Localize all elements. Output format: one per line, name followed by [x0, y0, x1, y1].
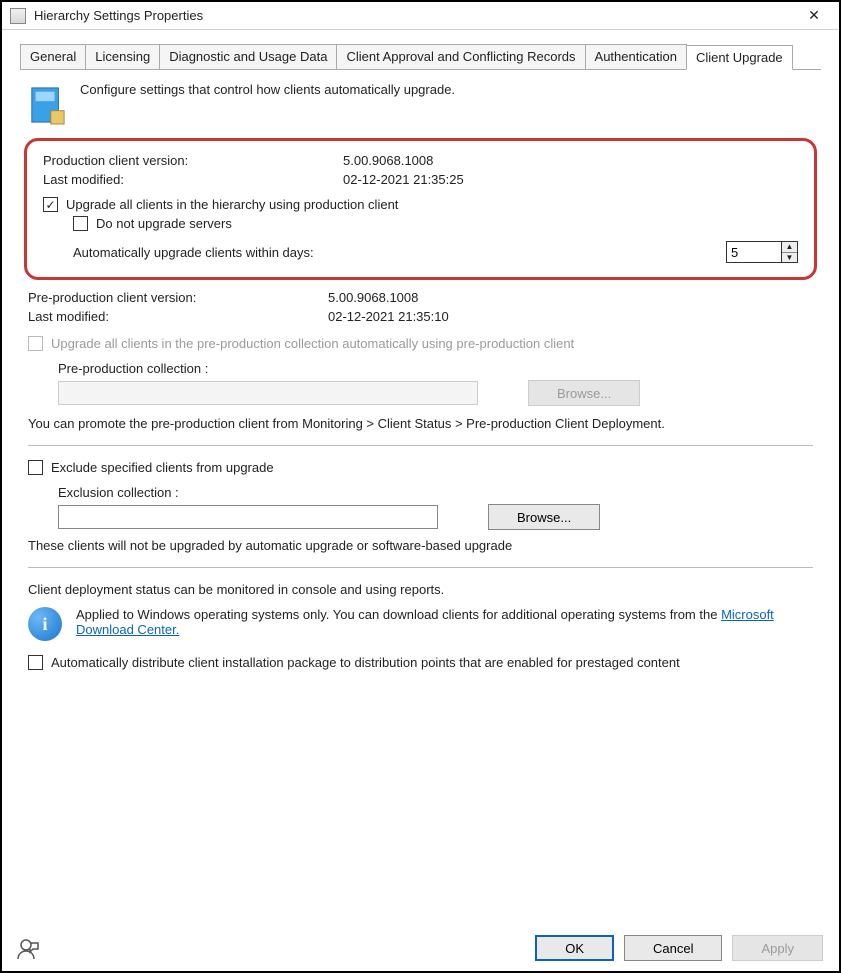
prod-modified-label: Last modified:: [43, 172, 343, 187]
days-label: Automatically upgrade clients within day…: [73, 245, 314, 260]
days-up-arrow[interactable]: ▲: [782, 242, 797, 253]
tab-client-approval[interactable]: Client Approval and Conflicting Records: [336, 44, 585, 69]
tab-general[interactable]: General: [20, 44, 86, 69]
upgrade-all-label: Upgrade all clients in the hierarchy usi…: [66, 197, 398, 212]
preprod-version-label: Pre-production client version:: [28, 290, 328, 305]
preprod-modified-value: 02-12-2021 21:35:10: [328, 309, 449, 324]
package-icon: [28, 82, 66, 128]
preprod-modified-label: Last modified:: [28, 309, 328, 324]
exclusion-collection-label: Exclusion collection :: [58, 485, 813, 500]
tab-strip: General Licensing Diagnostic and Usage D…: [20, 44, 821, 70]
apply-button: Apply: [732, 935, 823, 961]
feedback-icon[interactable]: [16, 937, 40, 961]
close-button[interactable]: ✕: [797, 6, 831, 26]
days-spinner[interactable]: ▲ ▼: [726, 241, 798, 263]
title-bar: Hierarchy Settings Properties ✕: [2, 2, 839, 30]
prod-modified-value: 02-12-2021 21:35:25: [343, 172, 464, 187]
prod-version-label: Production client version:: [43, 153, 343, 168]
cancel-button[interactable]: Cancel: [624, 935, 722, 961]
ok-button[interactable]: OK: [535, 935, 614, 961]
separator-2: [28, 567, 813, 568]
no-upgrade-servers-label: Do not upgrade servers: [96, 216, 232, 231]
upgrade-all-checkbox[interactable]: [43, 197, 58, 212]
days-down-arrow[interactable]: ▼: [782, 253, 797, 263]
preprod-upgrade-label: Upgrade all clients in the pre-productio…: [51, 336, 574, 351]
auto-distribute-label: Automatically distribute client installa…: [51, 655, 680, 670]
auto-distribute-checkbox[interactable]: [28, 655, 43, 670]
preprod-collection-label: Pre-production collection :: [58, 361, 813, 376]
no-upgrade-servers-checkbox[interactable]: [73, 216, 88, 231]
preprod-promote-text: You can promote the pre-production clien…: [28, 416, 813, 431]
separator-1: [28, 445, 813, 446]
exclude-checkbox[interactable]: [28, 460, 43, 475]
deploy-status-text: Client deployment status can be monitore…: [28, 582, 813, 597]
preprod-version-value: 5.00.9068.1008: [328, 290, 418, 305]
tab-licensing[interactable]: Licensing: [85, 44, 160, 69]
window-title: Hierarchy Settings Properties: [34, 8, 797, 23]
exclude-note: These clients will not be upgraded by au…: [28, 538, 813, 553]
info-icon: i: [28, 607, 62, 641]
intro-text: Configure settings that control how clie…: [80, 82, 455, 97]
tab-diagnostic[interactable]: Diagnostic and Usage Data: [159, 44, 337, 69]
dialog-buttons: OK Cancel Apply: [535, 935, 823, 961]
exclude-label: Exclude specified clients from upgrade: [51, 460, 274, 475]
tab-client-upgrade[interactable]: Client Upgrade: [686, 45, 793, 70]
preprod-browse-button: Browse...: [528, 380, 640, 406]
production-highlight: Production client version: 5.00.9068.100…: [24, 138, 817, 280]
exclusion-browse-button[interactable]: Browse...: [488, 504, 600, 530]
preprod-upgrade-checkbox: [28, 336, 43, 351]
tab-authentication[interactable]: Authentication: [585, 44, 687, 69]
exclusion-collection-input[interactable]: [58, 505, 438, 529]
preprod-collection-input: [58, 381, 478, 405]
days-input[interactable]: [727, 242, 781, 262]
window-icon: [10, 8, 26, 24]
deploy-info-text: Applied to Windows operating systems onl…: [76, 607, 721, 622]
deploy-info-block: Applied to Windows operating systems onl…: [76, 607, 813, 637]
prod-version-value: 5.00.9068.1008: [343, 153, 433, 168]
